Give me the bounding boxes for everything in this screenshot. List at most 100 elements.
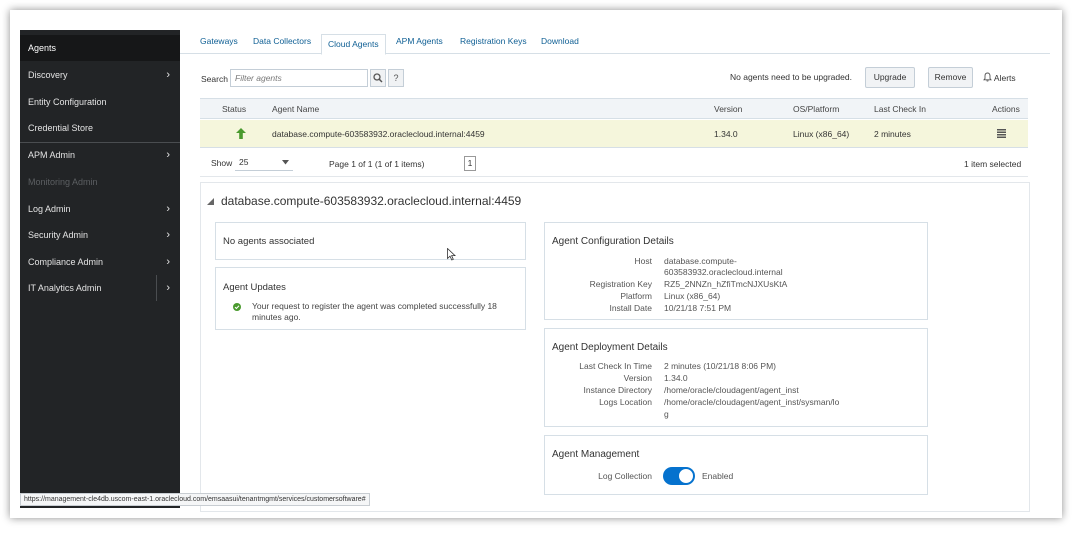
sidebar-item-label: IT Analytics Admin: [28, 283, 102, 293]
bell-icon: [983, 72, 992, 82]
check-circle-icon: [233, 303, 241, 311]
sidebar-item-label: Credential Store: [28, 123, 94, 133]
tab-download[interactable]: Download: [541, 36, 579, 54]
sidebar-divider: [156, 275, 157, 301]
chevron-right-icon: ›: [166, 256, 170, 268]
column-header-version[interactable]: Version: [714, 104, 742, 114]
associated-agents-text: No agents associated: [223, 236, 315, 247]
registration-key-value: RZ5_2NNZn_hZfiTmcNJXUsKtA: [664, 279, 788, 289]
selection-count: 1 item selected: [964, 159, 1022, 169]
logs-location-line2: g: [664, 409, 669, 419]
host-key: Host: [634, 256, 652, 266]
tab-registration-keys[interactable]: Registration Keys: [460, 36, 527, 54]
last-check-in-value: 2 minutes (10/21/18 8:06 PM): [664, 361, 776, 371]
column-header-agent-name[interactable]: Agent Name: [272, 104, 319, 114]
update-message-line1: Your request to register the agent was c…: [252, 301, 497, 311]
sidebar-item-entity-configuration[interactable]: Entity Configuration: [20, 89, 180, 115]
page-number-button[interactable]: 1: [464, 156, 476, 171]
sidebar-item-label: Discovery: [28, 70, 68, 80]
tab-gateways[interactable]: Gateways: [200, 36, 238, 54]
chevron-right-icon: ›: [166, 69, 170, 81]
tab-cloud-agents[interactable]: Cloud Agents: [321, 34, 386, 55]
sidebar-item-label: Entity Configuration: [28, 97, 107, 107]
column-header-status[interactable]: Status: [222, 104, 246, 114]
log-collection-status: Enabled: [702, 471, 734, 481]
os-platform-cell: Linux (x86_64): [793, 129, 850, 139]
sidebar-item-credential-store[interactable]: Credential Store: [20, 115, 180, 141]
mouse-pointer-icon: [447, 248, 456, 261]
alerts-button[interactable]: Alerts: [983, 72, 1016, 83]
search-button[interactable]: [370, 69, 386, 87]
column-header-os-platform[interactable]: OS/Platform: [793, 104, 839, 114]
page-size-select[interactable]: 25: [235, 154, 293, 171]
agent-updates-panel: Agent Updates Your request to register t…: [215, 267, 526, 330]
toggle-knob: [678, 468, 694, 484]
page-size-value: 25: [239, 157, 249, 167]
sidebar-item-label: Agents: [28, 43, 57, 53]
search-label: Search: [201, 74, 228, 84]
table-row[interactable]: database.compute-603583932.oraclecloud.i…: [200, 120, 1028, 148]
column-header-actions: Actions: [992, 104, 1020, 114]
search-input[interactable]: [230, 69, 368, 87]
main-content: Gateways Data Collectors Cloud Agents AP…: [180, 30, 1050, 512]
collapse-triangle-icon[interactable]: [207, 198, 214, 205]
tab-bar: Gateways Data Collectors Cloud Agents AP…: [180, 30, 1050, 55]
chevron-right-icon: ›: [166, 229, 170, 241]
sidebar-item-log-admin[interactable]: Log Admin ›: [20, 196, 180, 222]
agent-detail-section: database.compute-603583932.oraclecloud.i…: [200, 182, 1030, 512]
up-arrow-icon: [236, 128, 246, 139]
agent-name-cell[interactable]: database.compute-603583932.oraclecloud.i…: [272, 129, 485, 139]
detail-title: database.compute-603583932.oraclecloud.i…: [221, 194, 522, 208]
host-value-line1: database.compute-: [664, 256, 737, 266]
pagination-bar: Show 25 Page 1 of 1 (1 of 1 items) 1 1 i…: [200, 149, 1028, 177]
sidebar: Agents Discovery › Entity Configuration C…: [20, 30, 180, 508]
sidebar-item-agents[interactable]: Agents: [20, 35, 180, 61]
alerts-label: Alerts: [993, 73, 1016, 83]
upgrade-button[interactable]: Upgrade: [865, 67, 915, 88]
browser-status-url: https://management-cle4db.uscom-east-1.o…: [20, 493, 370, 506]
help-button[interactable]: ?: [388, 69, 404, 87]
chevron-down-icon: [282, 160, 289, 165]
logs-location-line1: /home/oracle/cloudagent/agent_inst/sysma…: [664, 397, 840, 407]
last-check-in-cell: 2 minutes: [874, 129, 911, 139]
sidebar-item-security-admin[interactable]: Security Admin ›: [20, 222, 180, 248]
chevron-right-icon: ›: [166, 203, 170, 215]
agent-updates-title: Agent Updates: [223, 282, 286, 293]
sidebar-item-monitoring-admin: Monitoring Admin: [20, 169, 180, 195]
tab-apm-agents[interactable]: APM Agents: [396, 36, 443, 54]
sidebar-item-apm-admin[interactable]: APM Admin ›: [20, 142, 180, 168]
sidebar-item-discovery[interactable]: Discovery ›: [20, 62, 180, 88]
associated-agents-panel: No agents associated: [215, 222, 526, 260]
sidebar-item-label: Compliance Admin: [28, 257, 104, 267]
management-title: Agent Management: [552, 449, 640, 460]
instance-directory-value: /home/oracle/cloudagent/agent_inst: [664, 385, 799, 395]
update-message-line2: minutes ago.: [252, 312, 301, 322]
sidebar-item-label: Monitoring Admin: [28, 177, 98, 187]
sidebar-item-label: Security Admin: [28, 230, 89, 240]
platform-value: Linux (x86_64): [664, 291, 721, 301]
tab-data-collectors[interactable]: Data Collectors: [253, 36, 311, 54]
remove-button[interactable]: Remove: [928, 67, 973, 88]
chevron-right-icon: ›: [166, 282, 170, 294]
version-value: 1.34.0: [664, 373, 688, 383]
chevron-right-icon: ›: [166, 149, 170, 161]
version-key: Version: [623, 373, 652, 383]
last-check-in-key: Last Check In Time: [579, 361, 652, 371]
sidebar-item-label: APM Admin: [28, 150, 76, 160]
log-collection-toggle[interactable]: [663, 467, 695, 485]
show-label: Show: [211, 158, 233, 168]
menu-icon[interactable]: [997, 129, 1006, 138]
configuration-title: Agent Configuration Details: [552, 236, 674, 247]
platform-key: Platform: [620, 291, 652, 301]
install-date-value: 10/21/18 7:51 PM: [664, 303, 732, 313]
host-value-line2: 603583932.oraclecloud.internal: [664, 267, 783, 277]
upgrade-status-text: No agents need to be upgraded.: [730, 72, 852, 82]
sidebar-item-compliance-admin[interactable]: Compliance Admin ›: [20, 249, 180, 275]
table-header: Status Agent Name Version OS/Platform La…: [200, 98, 1028, 119]
sidebar-item-label: Log Admin: [28, 204, 71, 214]
page-info: Page 1 of 1 (1 of 1 items): [329, 159, 425, 169]
column-header-last-check-in[interactable]: Last Check In: [874, 104, 926, 114]
instance-directory-key: Instance Directory: [583, 385, 653, 395]
version-cell: 1.34.0: [714, 129, 738, 139]
agent-configuration-panel: Agent Configuration Details Host databas…: [544, 222, 928, 320]
